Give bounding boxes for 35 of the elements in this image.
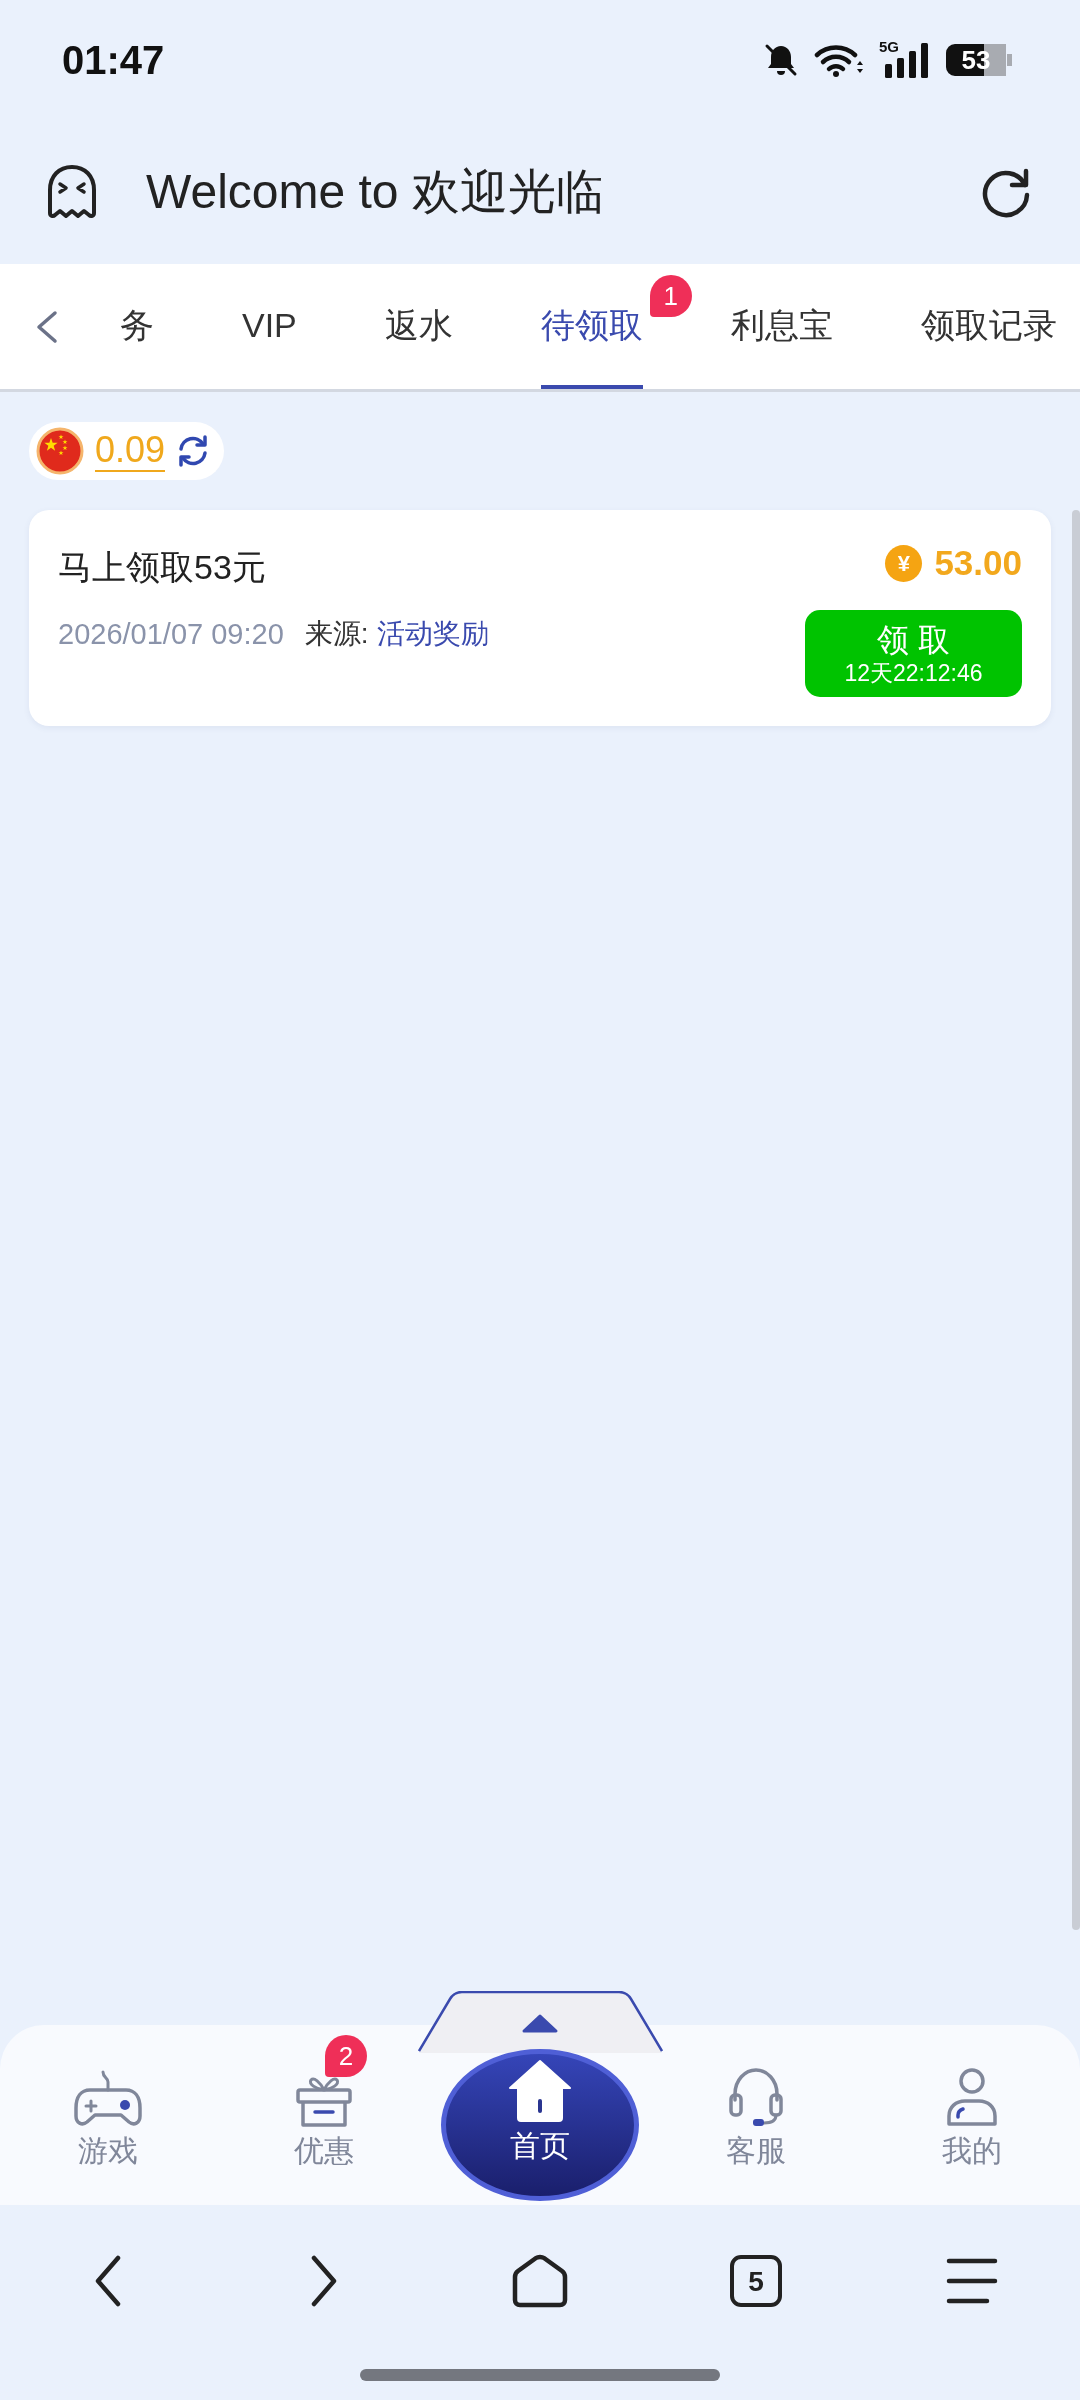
china-flag-icon [36,427,84,475]
reward-title: 马上领取53元 [58,547,266,587]
notification-badge: 1 [649,275,692,317]
house-icon [507,2058,573,2122]
chevron-right-icon[interactable] [310,2254,338,2308]
home-icon[interactable] [512,2254,568,2308]
nav-tab[interactable]: 首页 [441,2049,639,2201]
source-label: 来源: [304,617,369,651]
tab[interactable]: 待领取 [540,264,643,389]
notification-badge: 2 [325,2035,367,2077]
ghost-icon [45,164,99,220]
bell-off-icon [763,42,799,78]
balance-amount: 0.09 [95,430,166,472]
network-type-label: 5G [879,39,899,55]
reward-date: 2026/01/07 09:20 [58,617,284,652]
tab[interactable]: VIP [242,264,297,389]
reward-amount: 53.00 [934,543,1022,583]
headset-icon [727,2066,785,2128]
expand-tab[interactable] [417,1991,663,2053]
tabs-button[interactable]: 5 [730,2255,782,2307]
status-time: 01:47 [62,37,165,83]
tab[interactable]: 领取记录 [920,264,1057,389]
menu-icon[interactable] [946,2257,998,2305]
tab[interactable]: 务 [120,264,154,389]
wifi-icon [814,42,864,78]
scrollbar[interactable] [1072,510,1080,1930]
source-link[interactable]: 活动奖励 [376,614,489,654]
chevron-left-icon[interactable] [94,2254,122,2308]
caret-up-icon [522,2014,557,2033]
currency-coin: ¥ [885,544,923,582]
tab[interactable]: 利息宝 [730,264,833,389]
page-title: Welcome to 欢迎光临 [146,164,605,220]
tab[interactable]: 返水 [384,264,453,389]
user-icon [944,2066,1000,2128]
countdown-timer: 12天22:12:46 [844,658,983,687]
